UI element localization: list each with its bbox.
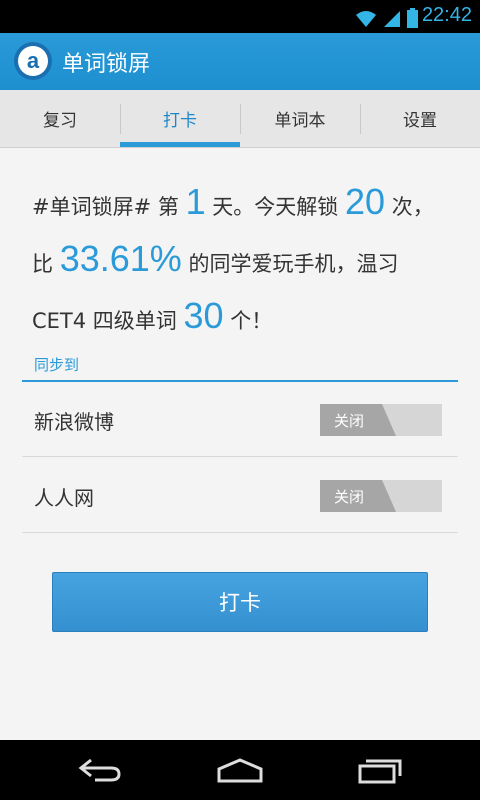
navigation-bar xyxy=(0,740,480,800)
status-time: 22:42 xyxy=(421,4,472,26)
tab-review[interactable]: 复习 xyxy=(0,90,120,147)
checkin-content: #单词锁屏# 第 1 天。今天解锁 20 次，比 33.61% 的同学爱玩手机，… xyxy=(0,148,480,740)
signal-icon xyxy=(384,11,400,27)
renren-toggle[interactable]: 关闭 xyxy=(320,480,442,512)
app-logo-icon[interactable]: a xyxy=(14,42,52,80)
app-logo-letter: a xyxy=(18,46,48,76)
summary-text-5: 个！ xyxy=(230,309,273,333)
battery-icon xyxy=(407,8,418,28)
renren-toggle-state: 关闭 xyxy=(320,480,396,512)
word-count: 30 xyxy=(183,295,224,336)
app-title: 单词锁屏 xyxy=(62,52,151,77)
summary-text-1: #单词锁屏# 第 xyxy=(32,195,179,219)
tab-wordbook[interactable]: 单词本 xyxy=(240,90,360,147)
sync-row-renren: 人人网 关闭 xyxy=(22,458,458,533)
action-bar: a 单词锁屏 xyxy=(0,33,480,90)
sync-renren-label: 人人网 xyxy=(34,486,94,510)
status-bar: 22:42 xyxy=(0,0,480,33)
weibo-toggle-state: 关闭 xyxy=(320,404,396,436)
wifi-icon xyxy=(356,11,376,27)
summary-text-2: 天。今天解锁 xyxy=(212,195,339,219)
home-icon[interactable] xyxy=(216,755,264,785)
tab-settings[interactable]: 设置 xyxy=(360,90,480,147)
checkin-button[interactable]: 打卡 xyxy=(52,572,428,632)
sync-section-title: 同步到 xyxy=(34,356,80,374)
weibo-toggle[interactable]: 关闭 xyxy=(320,404,442,436)
checkin-summary: #单词锁屏# 第 1 天。今天解锁 20 次，比 33.61% 的同学爱玩手机，… xyxy=(32,176,452,347)
tab-checkin[interactable]: 打卡 xyxy=(120,90,240,147)
percent-value: 33.61% xyxy=(59,238,182,279)
sync-weibo-label: 新浪微博 xyxy=(34,410,114,434)
status-icons xyxy=(355,6,418,28)
back-icon[interactable] xyxy=(76,755,124,785)
unlock-count: 20 xyxy=(344,181,386,222)
tab-bar: 复习 打卡 单词本 设置 xyxy=(0,90,480,148)
sync-row-weibo: 新浪微博 关闭 xyxy=(22,382,458,457)
recent-apps-icon[interactable] xyxy=(356,755,404,785)
days-count: 1 xyxy=(185,181,206,222)
